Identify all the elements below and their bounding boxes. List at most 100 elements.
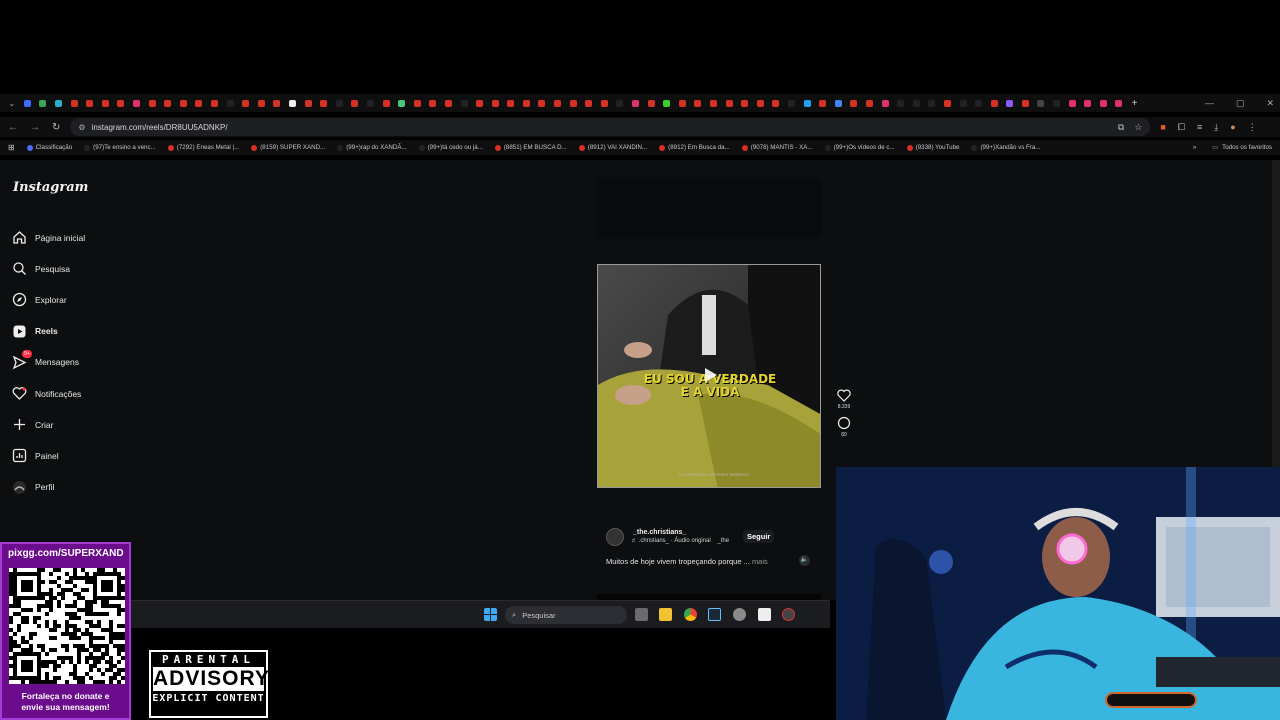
sidebar-item-avatar[interactable]: Perfil bbox=[12, 472, 85, 503]
browser-tab[interactable] bbox=[113, 94, 129, 112]
browser-tab[interactable] bbox=[862, 94, 878, 112]
browser-tab[interactable] bbox=[1049, 94, 1065, 112]
bookmark-item[interactable]: (97)Te ensino a venc... bbox=[84, 144, 156, 151]
browser-tab[interactable] bbox=[706, 94, 722, 112]
extensions-puzzle-icon[interactable]: ⧠ bbox=[1178, 122, 1185, 133]
instagram-logo[interactable]: Instagram bbox=[13, 180, 88, 195]
bookmark-item[interactable]: (99+)rap do XANDÃ... bbox=[337, 144, 407, 151]
sidebar-item-messenger[interactable]: 9+ Mensagens bbox=[12, 347, 85, 378]
browser-tab[interactable] bbox=[519, 94, 535, 112]
browser-tab[interactable] bbox=[690, 94, 706, 112]
browser-tab[interactable] bbox=[20, 94, 36, 112]
browser-tab[interactable] bbox=[207, 94, 223, 112]
browser-tab[interactable] bbox=[830, 94, 846, 112]
app-icon[interactable] bbox=[782, 608, 795, 621]
browser-tab[interactable] bbox=[378, 94, 394, 112]
sidebar-item-heart[interactable]: Notificações bbox=[12, 378, 85, 409]
bookmark-item[interactable]: (8851) EM BUSCA D... bbox=[494, 144, 567, 151]
like-button[interactable]: 8.339 bbox=[834, 389, 854, 410]
sidebar-item-chart[interactable]: Painel bbox=[12, 440, 85, 471]
bookmark-item[interactable]: (99+)Xandão vs Fra... bbox=[971, 144, 1040, 151]
browser-tab[interactable] bbox=[66, 94, 82, 112]
browser-tab[interactable] bbox=[628, 94, 644, 112]
browser-tab[interactable] bbox=[503, 94, 519, 112]
sidebar-item-search[interactable]: Pesquisa bbox=[12, 253, 85, 284]
browser-tab[interactable] bbox=[1096, 94, 1112, 112]
close-icon[interactable]: ✕ bbox=[1266, 98, 1274, 109]
browser-tab[interactable] bbox=[269, 94, 285, 112]
browser-tab[interactable] bbox=[768, 94, 784, 112]
bookmark-item[interactable]: (99+)tá cedo ou já... bbox=[418, 144, 483, 151]
browser-tab[interactable] bbox=[35, 94, 51, 112]
browser-tab[interactable] bbox=[893, 94, 909, 112]
browser-tab[interactable] bbox=[1080, 94, 1096, 112]
browser-tab[interactable] bbox=[51, 94, 67, 112]
more-link[interactable]: mais bbox=[752, 557, 768, 566]
browser-tab[interactable] bbox=[441, 94, 457, 112]
browser-tab[interactable] bbox=[675, 94, 691, 112]
bookmark-item[interactable]: Classificação bbox=[26, 144, 72, 151]
browser-tab[interactable] bbox=[1002, 94, 1018, 112]
browser-tab[interactable] bbox=[597, 94, 613, 112]
browser-tab[interactable] bbox=[924, 94, 940, 112]
browser-tab[interactable] bbox=[986, 94, 1002, 112]
back-icon[interactable]: ← bbox=[8, 122, 18, 133]
browser-tab[interactable] bbox=[565, 94, 581, 112]
task-view-icon[interactable] bbox=[635, 608, 648, 621]
browser-tab[interactable] bbox=[1111, 94, 1127, 112]
avatar[interactable] bbox=[606, 528, 624, 546]
browser-tab[interactable] bbox=[456, 94, 472, 112]
browser-tab[interactable] bbox=[98, 94, 114, 112]
browser-tab[interactable] bbox=[394, 94, 410, 112]
browser-tab[interactable] bbox=[971, 94, 987, 112]
minimize-icon[interactable]: — bbox=[1205, 98, 1214, 108]
previous-reel[interactable] bbox=[597, 178, 822, 238]
profile-avatar-icon[interactable]: ● bbox=[1230, 122, 1235, 133]
sidebar-item-home[interactable]: Página inicial bbox=[12, 222, 85, 253]
site-info-icon[interactable]: ⚙ bbox=[78, 123, 85, 132]
browser-tab[interactable] bbox=[659, 94, 675, 112]
comment-button[interactable]: 89 bbox=[834, 416, 854, 438]
browser-tab[interactable] bbox=[285, 94, 301, 112]
maximize-icon[interactable]: ▢ bbox=[1236, 98, 1245, 109]
browser-tab[interactable] bbox=[331, 94, 347, 112]
tab-list-dropdown[interactable]: ⌄ bbox=[4, 94, 20, 112]
menu-icon[interactable]: ⋮ bbox=[1248, 122, 1257, 133]
browser-tab[interactable] bbox=[129, 94, 145, 112]
bookmark-item[interactable]: (8159) SUPER XAND... bbox=[251, 144, 325, 151]
bookmark-item[interactable]: (8912) VAI XANDIN... bbox=[578, 144, 647, 151]
browser-tab[interactable] bbox=[1018, 94, 1034, 112]
new-tab-button[interactable]: + bbox=[1127, 94, 1143, 112]
url-text[interactable]: instagram.com/reels/DR8UU5ADNKP/ bbox=[92, 123, 228, 132]
browser-tab[interactable] bbox=[643, 94, 659, 112]
download-icon[interactable]: ⤓ bbox=[1214, 122, 1218, 133]
browser-tab[interactable] bbox=[1064, 94, 1080, 112]
reload-icon[interactable]: ↻ bbox=[52, 122, 60, 133]
taskbar-search[interactable]: ⌕ Pesquisar bbox=[505, 606, 627, 624]
browser-tab[interactable] bbox=[300, 94, 316, 112]
browser-tab[interactable] bbox=[472, 94, 488, 112]
notepad-icon[interactable] bbox=[758, 608, 771, 621]
browser-tab[interactable] bbox=[222, 94, 238, 112]
sidebar-item-reels[interactable]: Reels bbox=[12, 316, 85, 347]
browser-tab[interactable] bbox=[908, 94, 924, 112]
browser-tab[interactable] bbox=[409, 94, 425, 112]
extension-icon[interactable]: ■ bbox=[1160, 122, 1165, 133]
bookmark-item[interactable]: (7292) Eneas Metal |... bbox=[167, 144, 239, 151]
browser-tab[interactable] bbox=[363, 94, 379, 112]
apps-grid-icon[interactable]: ⊞ bbox=[8, 143, 15, 152]
browser-tab[interactable] bbox=[1033, 94, 1049, 112]
chrome-icon[interactable] bbox=[684, 608, 697, 621]
omnibox[interactable]: ⚙ instagram.com/reels/DR8UU5ADNKP/ ⧉ ☆ bbox=[70, 118, 1151, 136]
mute-button[interactable]: 🔈 bbox=[799, 555, 810, 566]
sidebar-item-plus[interactable]: Criar bbox=[12, 409, 85, 440]
browser-tab[interactable] bbox=[238, 94, 254, 112]
reel-video[interactable]: EU SOU A VERDADE E A VIDA THE CHRISTIANS… bbox=[597, 264, 821, 488]
reel-audio[interactable]: ♬ .christians_ · Áudio original _the bbox=[631, 538, 729, 544]
browser-tab[interactable] bbox=[144, 94, 160, 112]
file-explorer-icon[interactable] bbox=[659, 608, 672, 621]
browser-tab[interactable] bbox=[254, 94, 270, 112]
bookmark-item[interactable]: (99+)Os vídeos de c... bbox=[824, 144, 895, 151]
reel-username[interactable]: _the.christians_ bbox=[633, 529, 686, 536]
settings-icon[interactable] bbox=[733, 608, 746, 621]
